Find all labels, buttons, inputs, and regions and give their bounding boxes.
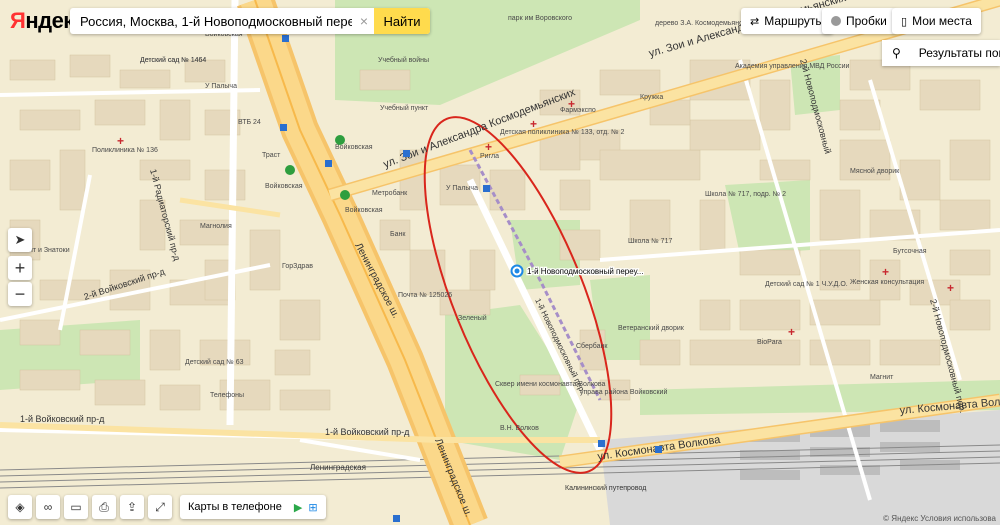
copyright[interactable]: © Яндекс Условия использова [883, 514, 996, 523]
selected-location-marker[interactable]: 1-й Новоподмосковный переу... [510, 264, 645, 278]
bottom-toolbar: ◈ ∞ ▭ ⎙ ⇪ ⤢ Карты в телефоне ▶ ⊞ [8, 495, 326, 519]
street-label-voikovsky-1: 1-й Войковский пр-д [20, 414, 105, 424]
poi-label: Ветеранский дворик [618, 324, 685, 332]
poi-label: Почта № 125026 [398, 292, 452, 299]
poi-label: Метробанк [372, 189, 408, 197]
location-pin-icon: ⚲ [892, 46, 901, 60]
svg-text:+: + [882, 265, 889, 279]
svg-text:+: + [117, 134, 124, 148]
poi-label: В.Н. Волков [500, 425, 539, 432]
poi-label: Магнолия [200, 223, 232, 230]
poi-label: Магнит [870, 374, 894, 381]
bookmark-icon: ▯ [901, 15, 908, 28]
traffic-label: Пробки [846, 14, 887, 28]
poi-label: Ригла [480, 153, 499, 160]
poi-label: Учебный войны [378, 56, 429, 64]
windows-icon: ⊞ [308, 501, 318, 514]
poi-label: BioPara [757, 339, 782, 346]
poi-label: Детский сад № 1464 [140, 56, 206, 64]
zoom-out-button[interactable]: − [8, 282, 32, 306]
poi-label: Телефоны [210, 392, 244, 399]
poi-label: Детский сад № 1 Ч.У.Д.О. [765, 280, 848, 288]
poi-label: ВТБ 24 [238, 119, 261, 126]
svg-text:+: + [568, 97, 575, 111]
poi-label: У Палыча [446, 185, 478, 192]
street-label-leningradskaya: Ленинградская [310, 463, 366, 472]
poi-label: Войковская [265, 182, 303, 190]
binoculars-icon: ∞ [43, 500, 53, 514]
poi-label: Поликлиника № 136 [92, 147, 158, 154]
poi-label: Школа № 717, подр. № 2 [705, 191, 786, 198]
poi-label: Детская поликлиника № 133, отд. № 2 [500, 129, 625, 136]
poi-label: Сквер имени космонавта Волкова [495, 381, 606, 388]
search-bar: × Найти [70, 8, 430, 34]
poi-label: Фармэкспо [560, 107, 596, 114]
maps-in-phone-button[interactable]: Карты в телефоне ▶ ⊞ [180, 495, 326, 519]
minus-icon: − [14, 283, 26, 304]
selected-location-label: 1-й Новоподмосковный переу... [527, 267, 643, 276]
poi-label: Детский сад № 63 [185, 358, 244, 366]
my-places-button[interactable]: ▯ Мои места [892, 8, 981, 34]
search-button[interactable]: Найти [374, 8, 430, 34]
svg-text:+: + [788, 325, 795, 339]
panorama-button[interactable]: ∞ [36, 495, 60, 519]
route-icon: ⇄ [750, 15, 760, 28]
poi-label: Бутсочная [893, 248, 927, 255]
routes-button[interactable]: ⇄ Маршруты [741, 8, 833, 34]
plus-icon: + [14, 257, 26, 278]
results-label: Результаты пои [918, 46, 1000, 60]
ruler-icon: ▭ [70, 500, 82, 514]
zoom-in-button[interactable]: + [8, 256, 32, 280]
poi-label: Женская консультация [850, 279, 924, 286]
poi-label: Зеленый [458, 314, 487, 322]
map-canvas[interactable]: Ленинградское ш. Ленинградское ш. ул. Зо… [0, 0, 1000, 525]
share-icon: ⇪ [126, 500, 138, 514]
share-button[interactable]: ⇪ [120, 495, 144, 519]
fullscreen-icon: ⤢ [155, 499, 165, 514]
poi-label: ГорЗдрав [282, 263, 313, 270]
logo-first-letter: Я [10, 8, 26, 33]
search-results-panel[interactable]: ⚲ Результаты пои [882, 40, 1000, 66]
layers-icon: ◈ [15, 500, 25, 514]
my-places-label: Мои места [912, 14, 972, 28]
routes-label: Маршруты [764, 14, 824, 28]
print-button[interactable]: ⎙ [92, 495, 116, 519]
svg-text:+: + [947, 281, 954, 295]
print-icon: ⎙ [99, 499, 109, 514]
traffic-icon [831, 16, 841, 26]
fullscreen-button[interactable]: ⤢ [148, 495, 172, 519]
poi-label: дерево З.А. Космодемьянской [655, 19, 754, 27]
street-label-kalininsky: Калининский путепровод [565, 484, 646, 492]
poi-label: Учебный пункт [380, 104, 429, 112]
poi-label: Школа № 717 [628, 238, 672, 245]
google-play-icon: ▶ [293, 501, 303, 514]
navigation-arrow-icon: ➤ [14, 232, 26, 247]
ruler-button[interactable]: ▭ [64, 495, 88, 519]
poi-label: Сбербанк [576, 342, 608, 350]
traffic-button[interactable]: Пробки [822, 8, 896, 34]
poi-label: парк им Воровского [508, 15, 572, 22]
poi-label: Кружка [640, 94, 663, 101]
poi-label: Войковская [345, 206, 383, 214]
geolocation-button[interactable]: ➤ [8, 228, 32, 252]
street-label-voikovsky-1b: 1-й Войковский пр-д [325, 427, 410, 437]
poi-label: Академия управления МВД России [735, 63, 850, 70]
svg-text:+: + [530, 117, 537, 131]
layers-button[interactable]: ◈ [8, 495, 32, 519]
search-input[interactable] [70, 12, 354, 30]
poi-label: Банк [390, 231, 406, 238]
poi-label: Мясной дворик [850, 167, 900, 175]
poi-label: Траст [262, 152, 281, 159]
clear-icon[interactable]: × [354, 13, 374, 29]
svg-text:+: + [485, 140, 492, 154]
maps-in-phone-label: Карты в телефоне [188, 501, 282, 513]
poi-label: управа района Войковский [580, 388, 667, 396]
poi-label: У Палыча [205, 83, 237, 90]
